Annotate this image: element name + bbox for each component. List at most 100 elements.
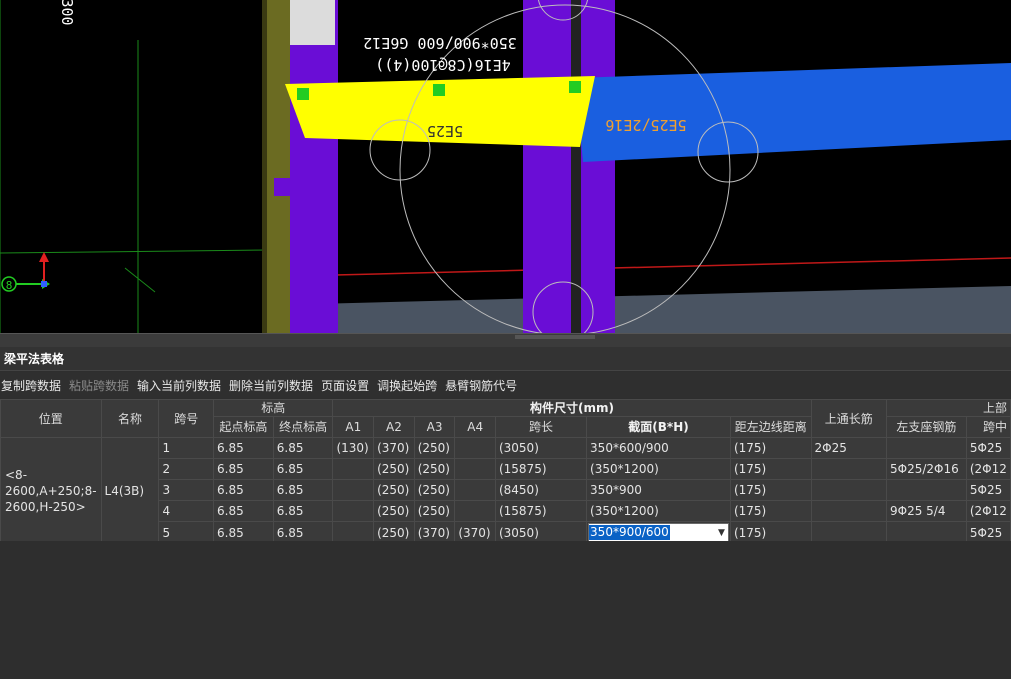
header-position[interactable]: 位置 [0, 399, 102, 438]
cell-a2[interactable]: (250) [373, 458, 415, 480]
cell-offset[interactable]: (175) [729, 500, 812, 522]
cell-a4[interactable]: (370) [454, 521, 496, 541]
cell-span-mid[interactable]: (2Φ12 [965, 458, 1011, 480]
header-offset[interactable]: 距左边线距离 [729, 416, 812, 438]
cell-end-elev[interactable]: 6.85 [272, 458, 334, 480]
header-span-length[interactable]: 跨长 [494, 416, 588, 438]
cell-span[interactable]: 4 [158, 500, 215, 522]
grip-point[interactable] [569, 81, 581, 93]
header-span-no[interactable]: 跨号 [158, 399, 215, 438]
cell-start-elev[interactable]: 6.85 [213, 500, 274, 522]
header-span-mid[interactable]: 跨中 [965, 416, 1011, 438]
header-name[interactable]: 名称 [100, 399, 160, 438]
cell-left-support[interactable] [885, 479, 967, 501]
panel-splitter[interactable] [0, 333, 1011, 347]
viewport-canvas[interactable]: 350*900/600 G6E12 4E16(C8@100(4)) 5E25 5… [0, 0, 1011, 333]
grip-point[interactable] [297, 88, 309, 100]
delete-column-button[interactable]: 删除当前列数据 [229, 377, 313, 394]
cell-top-continuous[interactable] [810, 521, 887, 541]
cell-a1[interactable] [332, 458, 375, 480]
cantilever-code-button[interactable]: 悬臂钢筋代号 [445, 377, 517, 394]
cell-section[interactable]: 350*600/900 [586, 437, 731, 459]
splitter-grip[interactable] [515, 335, 595, 339]
cell-a3[interactable]: (370) [413, 521, 456, 541]
section-combo-editor[interactable]: 350*900/600 ▼ [588, 523, 729, 541]
cell-span-length[interactable]: (8450) [494, 479, 588, 501]
cell-a4[interactable] [454, 479, 496, 501]
cell-left-support[interactable]: 5Φ25/2Φ16 [885, 458, 967, 480]
cell-a1[interactable] [332, 500, 375, 522]
cell-offset[interactable]: (175) [729, 458, 812, 480]
input-column-button[interactable]: 输入当前列数据 [137, 377, 221, 394]
header-top-group[interactable]: 上部 [885, 399, 1011, 417]
cell-section[interactable]: 350*900 [586, 479, 731, 501]
cell-offset[interactable]: (175) [729, 479, 812, 501]
cell-span-mid[interactable]: (2Φ12 [965, 500, 1011, 522]
cell-a2[interactable]: (250) [373, 500, 415, 522]
cell-start-elev[interactable]: 6.85 [213, 458, 274, 480]
cell-span[interactable]: 1 [158, 437, 215, 459]
cell-start-elev[interactable]: 6.85 [213, 479, 274, 501]
cell-start-elev[interactable]: 6.85 [213, 437, 274, 459]
page-setup-button[interactable]: 页面设置 [321, 377, 369, 394]
cell-span-length[interactable]: (15875) [494, 458, 588, 480]
cell-position[interactable]: <8-2600,A+250;8-2600,H-250> [0, 437, 102, 541]
paste-span-button[interactable]: 粘贴跨数据 [69, 377, 129, 394]
cell-a2[interactable]: (250) [373, 479, 415, 501]
cell-a3[interactable]: (250) [413, 437, 456, 459]
cell-a1[interactable] [332, 479, 375, 501]
header-top-continuous[interactable]: 上通长筋 [810, 399, 887, 438]
cell-span[interactable]: 3 [158, 479, 215, 501]
cell-end-elev[interactable]: 6.85 [272, 479, 334, 501]
cell-section-editing[interactable]: 350*900/600 ▼ [586, 521, 731, 541]
cell-a4[interactable] [454, 500, 496, 522]
cell-span-mid[interactable]: 5Φ25 [965, 521, 1011, 541]
copy-span-button[interactable]: 复制跨数据 [1, 377, 61, 394]
cell-end-elev[interactable]: 6.85 [272, 521, 334, 541]
cell-left-support[interactable] [885, 437, 967, 459]
grip-point[interactable] [433, 84, 445, 96]
cell-span-length[interactable]: (3050) [494, 521, 588, 541]
cell-a1[interactable]: (130) [332, 437, 375, 459]
cell-a2[interactable]: (370) [373, 437, 415, 459]
header-a2[interactable]: A2 [373, 416, 415, 438]
cell-a3[interactable]: (250) [413, 479, 456, 501]
header-start-elev[interactable]: 起点标高 [213, 416, 274, 438]
cell-span-length[interactable]: (3050) [494, 437, 588, 459]
cell-offset[interactable]: (175) [729, 437, 812, 459]
cell-top-continuous[interactable]: 2Φ25 [810, 437, 887, 459]
swap-start-span-button[interactable]: 调换起始跨 [377, 377, 437, 394]
header-member-size[interactable]: 构件尺寸(mm) [332, 399, 812, 417]
section-input-value[interactable]: 350*900/600 [589, 525, 670, 540]
cell-section[interactable]: (350*1200) [586, 500, 731, 522]
header-left-support[interactable]: 左支座钢筋 [885, 416, 967, 438]
cell-a3[interactable]: (250) [413, 500, 456, 522]
header-a1[interactable]: A1 [332, 416, 375, 438]
header-end-elev[interactable]: 终点标高 [272, 416, 334, 438]
cell-top-continuous[interactable] [810, 458, 887, 480]
cell-span-length[interactable]: (15875) [494, 500, 588, 522]
cell-left-support[interactable] [885, 521, 967, 541]
header-section[interactable]: 截面(B*H) [586, 416, 731, 438]
cell-name[interactable]: L4(3B) [100, 437, 160, 541]
chevron-down-icon[interactable]: ▼ [718, 523, 728, 542]
cell-end-elev[interactable]: 6.85 [272, 500, 334, 522]
header-a3[interactable]: A3 [413, 416, 456, 438]
cell-top-continuous[interactable] [810, 500, 887, 522]
header-a4[interactable]: A4 [454, 416, 496, 438]
cell-section[interactable]: (350*1200) [586, 458, 731, 480]
cell-end-elev[interactable]: 6.85 [272, 437, 334, 459]
cell-a4[interactable] [454, 437, 496, 459]
cell-span-mid[interactable]: 5Φ25 [965, 479, 1011, 501]
cad-viewport[interactable]: 350*900/600 G6E12 4E16(C8@100(4)) 5E25 5… [0, 0, 1011, 333]
cell-span[interactable]: 2 [158, 458, 215, 480]
cell-left-support[interactable]: 9Φ25 5/4 [885, 500, 967, 522]
cell-top-continuous[interactable] [810, 479, 887, 501]
cell-a2[interactable]: (250) [373, 521, 415, 541]
header-elevation[interactable]: 标高 [213, 399, 334, 417]
cell-a4[interactable] [454, 458, 496, 480]
cell-a3[interactable]: (250) [413, 458, 456, 480]
cell-a1[interactable] [332, 521, 375, 541]
cell-start-elev[interactable]: 6.85 [213, 521, 274, 541]
cell-span-mid[interactable]: 5Φ25 [965, 437, 1011, 459]
